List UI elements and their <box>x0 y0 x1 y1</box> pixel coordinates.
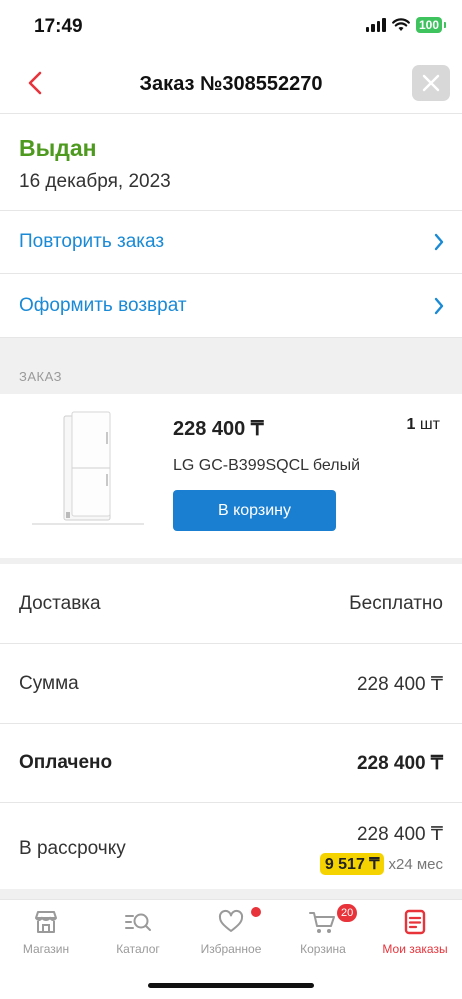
quantity-number: 1 <box>406 416 416 433</box>
product-quantity: 1 шт <box>406 416 440 434</box>
repeat-order-label: Повторить заказ <box>19 231 165 252</box>
installment-row: В рассрочку 228 400 ₸ 9 517 ₸ x24 мес <box>0 803 462 889</box>
section-label: ЗАКАЗ <box>19 369 62 384</box>
installment-label: В рассрочку <box>19 838 126 859</box>
product-name[interactable]: LG GC-B399SQCL белый <box>173 457 360 475</box>
sum-row: Сумма 228 400 ₸ <box>0 644 462 724</box>
tab-favorites[interactable]: Избранное <box>185 907 277 956</box>
delivery-row: Доставка Бесплатно <box>0 564 462 644</box>
delivery-value: Бесплатно <box>349 593 443 614</box>
paid-label: Оплачено <box>19 752 113 773</box>
tab-label: Избранное <box>200 942 262 956</box>
status-bar: 17:49 100 <box>0 0 462 56</box>
nav-header: Заказ №308552270 <box>0 56 462 114</box>
wifi-icon <box>392 18 410 31</box>
page-title: Заказ №308552270 <box>139 73 323 95</box>
status-icons: 100 <box>365 17 447 33</box>
tab-label: Каталог <box>116 942 160 956</box>
return-order-label: Оформить возврат <box>19 295 187 316</box>
installment-value: 228 400 ₸ <box>356 824 443 845</box>
chevron-right-icon <box>434 233 444 251</box>
home-indicator <box>148 983 314 988</box>
tab-label: Корзина <box>300 942 346 956</box>
monthly-payment-badge: 9 517 ₸ <box>319 853 385 875</box>
product-item: 228 400 ₸ 1 шт LG GC-B399SQCL белый В ко… <box>0 394 462 558</box>
sum-value: 228 400 ₸ <box>356 674 443 695</box>
store-icon <box>35 911 57 933</box>
close-button[interactable] <box>412 65 450 101</box>
add-to-cart-button[interactable]: В корзину <box>173 490 336 531</box>
heart-icon <box>218 909 244 932</box>
delivery-label: Доставка <box>19 593 101 614</box>
repeat-order-row[interactable]: Повторить заказ <box>0 211 462 274</box>
tab-cart[interactable]: 20 Корзина <box>277 904 369 956</box>
paid-row: Оплачено 228 400 ₸ <box>0 723 462 803</box>
chevron-right-icon <box>434 297 444 315</box>
product-price: 228 400 ₸ <box>173 418 264 440</box>
monthly-payment: 9 517 ₸ x24 мес <box>319 853 443 875</box>
product-image[interactable] <box>32 408 144 526</box>
cart-count-badge: 20 <box>337 904 358 922</box>
catalog-search-icon <box>125 913 151 931</box>
order-status: Выдан <box>19 135 97 161</box>
quantity-unit: шт <box>419 416 440 433</box>
return-order-row[interactable]: Оформить возврат <box>0 275 462 338</box>
order-section-header: ЗАКАЗ <box>0 338 462 394</box>
order-date: 16 декабря, 2023 <box>19 171 171 192</box>
divider <box>0 889 462 899</box>
close-icon <box>422 74 440 92</box>
battery-icon: 100 <box>415 17 447 33</box>
order-status-block: Выдан 16 декабря, 2023 <box>0 115 462 211</box>
tab-label: Магазин <box>22 942 70 956</box>
orders-icon <box>404 909 426 935</box>
status-time: 17:49 <box>34 16 83 37</box>
tab-catalog[interactable]: Каталог <box>92 908 184 956</box>
tab-label: Мои заказы <box>382 942 448 956</box>
monthly-term: x24 мес <box>388 855 443 873</box>
paid-value: 228 400 ₸ <box>356 753 443 774</box>
signal-icon <box>365 18 386 32</box>
sum-label: Сумма <box>19 673 79 694</box>
favorites-dot-badge <box>251 907 261 917</box>
cart-icon <box>309 912 335 933</box>
tab-my-orders[interactable]: Мои заказы <box>369 908 461 956</box>
tab-store[interactable]: Магазин <box>0 908 92 956</box>
